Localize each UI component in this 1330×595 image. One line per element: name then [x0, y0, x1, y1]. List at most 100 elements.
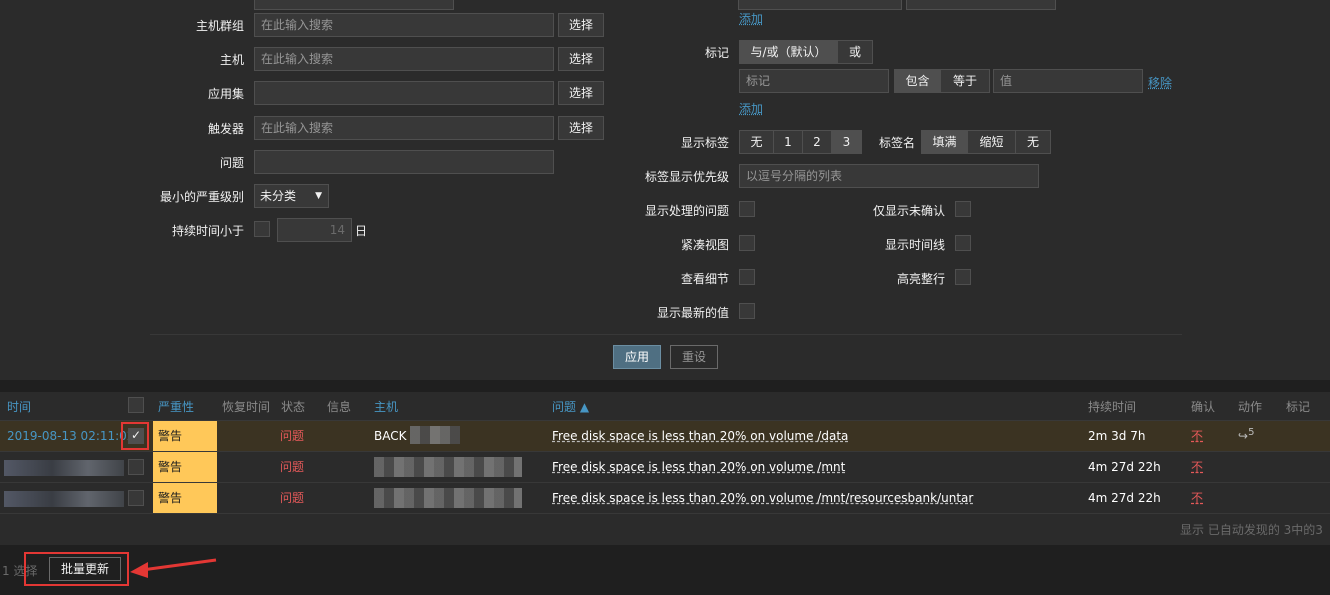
duration-link[interactable]: 2m 3d 7h — [1088, 421, 1145, 451]
host-groups-select-button[interactable]: 选择 — [558, 13, 604, 37]
col-ack: 确认 — [1191, 400, 1216, 414]
tag-name-label: 标签名 — [878, 136, 915, 150]
tag-priority-label: 标签显示优先级 — [644, 170, 729, 184]
cutoff-field-2[interactable] — [738, 0, 902, 10]
show-tags-toggle[interactable]: 无 1 2 3 — [739, 130, 862, 154]
duration-link[interactable]: 4m 27d 22h — [1088, 483, 1161, 513]
redacted-time-blur — [4, 491, 124, 507]
problem-input[interactable] — [254, 150, 554, 174]
show-timeline-checkbox[interactable] — [955, 235, 971, 251]
row-checkbox[interactable] — [128, 490, 144, 506]
tags-eval-toggle[interactable]: 与/或（默认） 或 — [739, 40, 873, 64]
chevron-down-icon: ▼ — [315, 191, 322, 201]
col-host[interactable]: 主机 — [374, 398, 398, 415]
row-time-link[interactable]: 2019-08-13 02:11:02 — [7, 421, 134, 451]
show-tags-2[interactable]: 2 — [803, 131, 832, 153]
table-row: 警告 问题 Free disk space is less than 20% o… — [0, 482, 1330, 513]
annotation-highlight-box — [121, 422, 149, 450]
tag-name-full[interactable]: 填满 — [922, 131, 968, 153]
age-less-unit: 日 — [355, 224, 368, 238]
tag-remove-link[interactable]: 移除 — [1148, 74, 1172, 91]
host-groups-input[interactable]: 在此输入搜索 — [254, 13, 554, 37]
compact-view-label: 紧凑视图 — [680, 238, 729, 252]
triggers-input[interactable]: 在此输入搜索 — [254, 116, 554, 140]
host-groups-label: 主机群组 — [195, 19, 244, 33]
hosts-label: 主机 — [219, 53, 244, 67]
status-text: 问题 — [280, 429, 305, 443]
tag-operator-equals[interactable]: 等于 — [941, 70, 989, 92]
show-details-checkbox[interactable] — [739, 269, 755, 285]
status-text: 问题 — [280, 491, 305, 505]
show-latest-label: 显示最新的值 — [656, 306, 729, 320]
show-tags-3[interactable]: 3 — [832, 131, 861, 153]
show-latest-checkbox[interactable] — [739, 303, 755, 319]
tags-eval-and-or[interactable]: 与/或（默认） — [740, 41, 838, 63]
compact-view-checkbox[interactable] — [739, 235, 755, 251]
hosts-input[interactable]: 在此输入搜索 — [254, 47, 554, 71]
tag-name-short[interactable]: 缩短 — [968, 131, 1016, 153]
min-severity-select[interactable]: 未分类 ▼ — [254, 184, 329, 208]
table-bottom-border — [0, 513, 1330, 514]
severity-badge: 警告 — [153, 421, 217, 451]
problems-table: 时间 严重性 恢复时间 状态 信息 主机 问题 ▲ 持续时间 确认 动作 标记 … — [0, 392, 1330, 545]
age-less-input[interactable]: 14 — [277, 218, 352, 242]
col-recovery: 恢复时间 — [222, 400, 271, 414]
col-actions: 动作 — [1238, 400, 1263, 414]
tag-priority-input[interactable]: 以逗号分隔的列表 — [739, 164, 1039, 188]
hosts-select-button[interactable]: 选择 — [558, 47, 604, 71]
col-tags: 标记 — [1286, 400, 1311, 414]
footer-actions: 1 选择 批量更新 — [0, 546, 1330, 595]
problem-link[interactable]: Free disk space is less than 20% on volu… — [552, 421, 848, 451]
tags-eval-or[interactable]: 或 — [838, 41, 872, 63]
problem-link[interactable]: Free disk space is less than 20% on volu… — [552, 452, 845, 482]
show-tags-1[interactable]: 1 — [774, 131, 803, 153]
status-text: 问题 — [280, 460, 305, 474]
problem-link[interactable]: Free disk space is less than 20% on volu… — [552, 483, 973, 513]
application-select-button[interactable]: 选择 — [558, 81, 604, 105]
table-row: 警告 问题 Free disk space is less than 20% o… — [0, 451, 1330, 482]
ack-link[interactable]: 不 — [1191, 483, 1203, 513]
select-all-checkbox[interactable] — [128, 397, 144, 413]
redacted-host-blur — [374, 488, 522, 508]
tag-operator-toggle[interactable]: 包含 等于 — [894, 69, 990, 93]
unacknowledged-label: 仅显示未确认 — [872, 204, 945, 218]
application-input[interactable] — [254, 81, 554, 105]
triggers-select-button[interactable]: 选择 — [558, 116, 604, 140]
apply-button[interactable]: 应用 — [613, 345, 661, 369]
show-suppressed-checkbox[interactable] — [739, 201, 755, 217]
min-severity-label: 最小的严重级别 — [159, 190, 244, 204]
host-name[interactable]: BACK — [374, 421, 406, 451]
show-tags-none[interactable]: 无 — [740, 131, 774, 153]
tag-operator-contains[interactable]: 包含 — [895, 70, 941, 92]
ack-link[interactable]: 不 — [1191, 421, 1203, 451]
redacted-host-blur — [374, 457, 522, 477]
ack-link[interactable]: 不 — [1191, 452, 1203, 482]
filter-divider — [150, 334, 1182, 335]
col-time[interactable]: 时间 — [7, 398, 31, 415]
application-label: 应用集 — [207, 87, 244, 101]
show-suppressed-label: 显示处理的问题 — [644, 204, 729, 218]
cutoff-field[interactable] — [254, 0, 454, 10]
col-severity[interactable]: 严重性 — [158, 398, 194, 415]
min-severity-value: 未分类 — [260, 189, 297, 203]
tag-name-toggle[interactable]: 填满 缩短 无 — [921, 130, 1051, 154]
actions-link[interactable]: ↪5 — [1238, 421, 1254, 451]
annotation-highlight-box — [24, 552, 129, 586]
reset-button[interactable]: 重设 — [670, 345, 718, 369]
age-less-checkbox[interactable] — [254, 221, 270, 237]
severity-badge: 警告 — [153, 483, 217, 513]
problem-label: 问题 — [219, 156, 244, 170]
add-link-top[interactable]: 添加 — [739, 10, 763, 27]
tag-name-none[interactable]: 无 — [1016, 131, 1050, 153]
table-summary: 显示 已自动发现的 3中的3 — [1180, 523, 1323, 537]
unacknowledged-checkbox[interactable] — [955, 201, 971, 217]
tag-add-link[interactable]: 添加 — [739, 100, 763, 117]
tag-name-input[interactable]: 标记 — [739, 69, 889, 93]
tag-value-input[interactable]: 值 — [993, 69, 1143, 93]
show-timeline-label: 显示时间线 — [884, 238, 945, 252]
duration-link[interactable]: 4m 27d 22h — [1088, 452, 1161, 482]
highlight-row-checkbox[interactable] — [955, 269, 971, 285]
cutoff-field-3[interactable] — [906, 0, 1056, 10]
row-checkbox[interactable] — [128, 459, 144, 475]
col-problem[interactable]: 问题 ▲ — [552, 398, 589, 415]
